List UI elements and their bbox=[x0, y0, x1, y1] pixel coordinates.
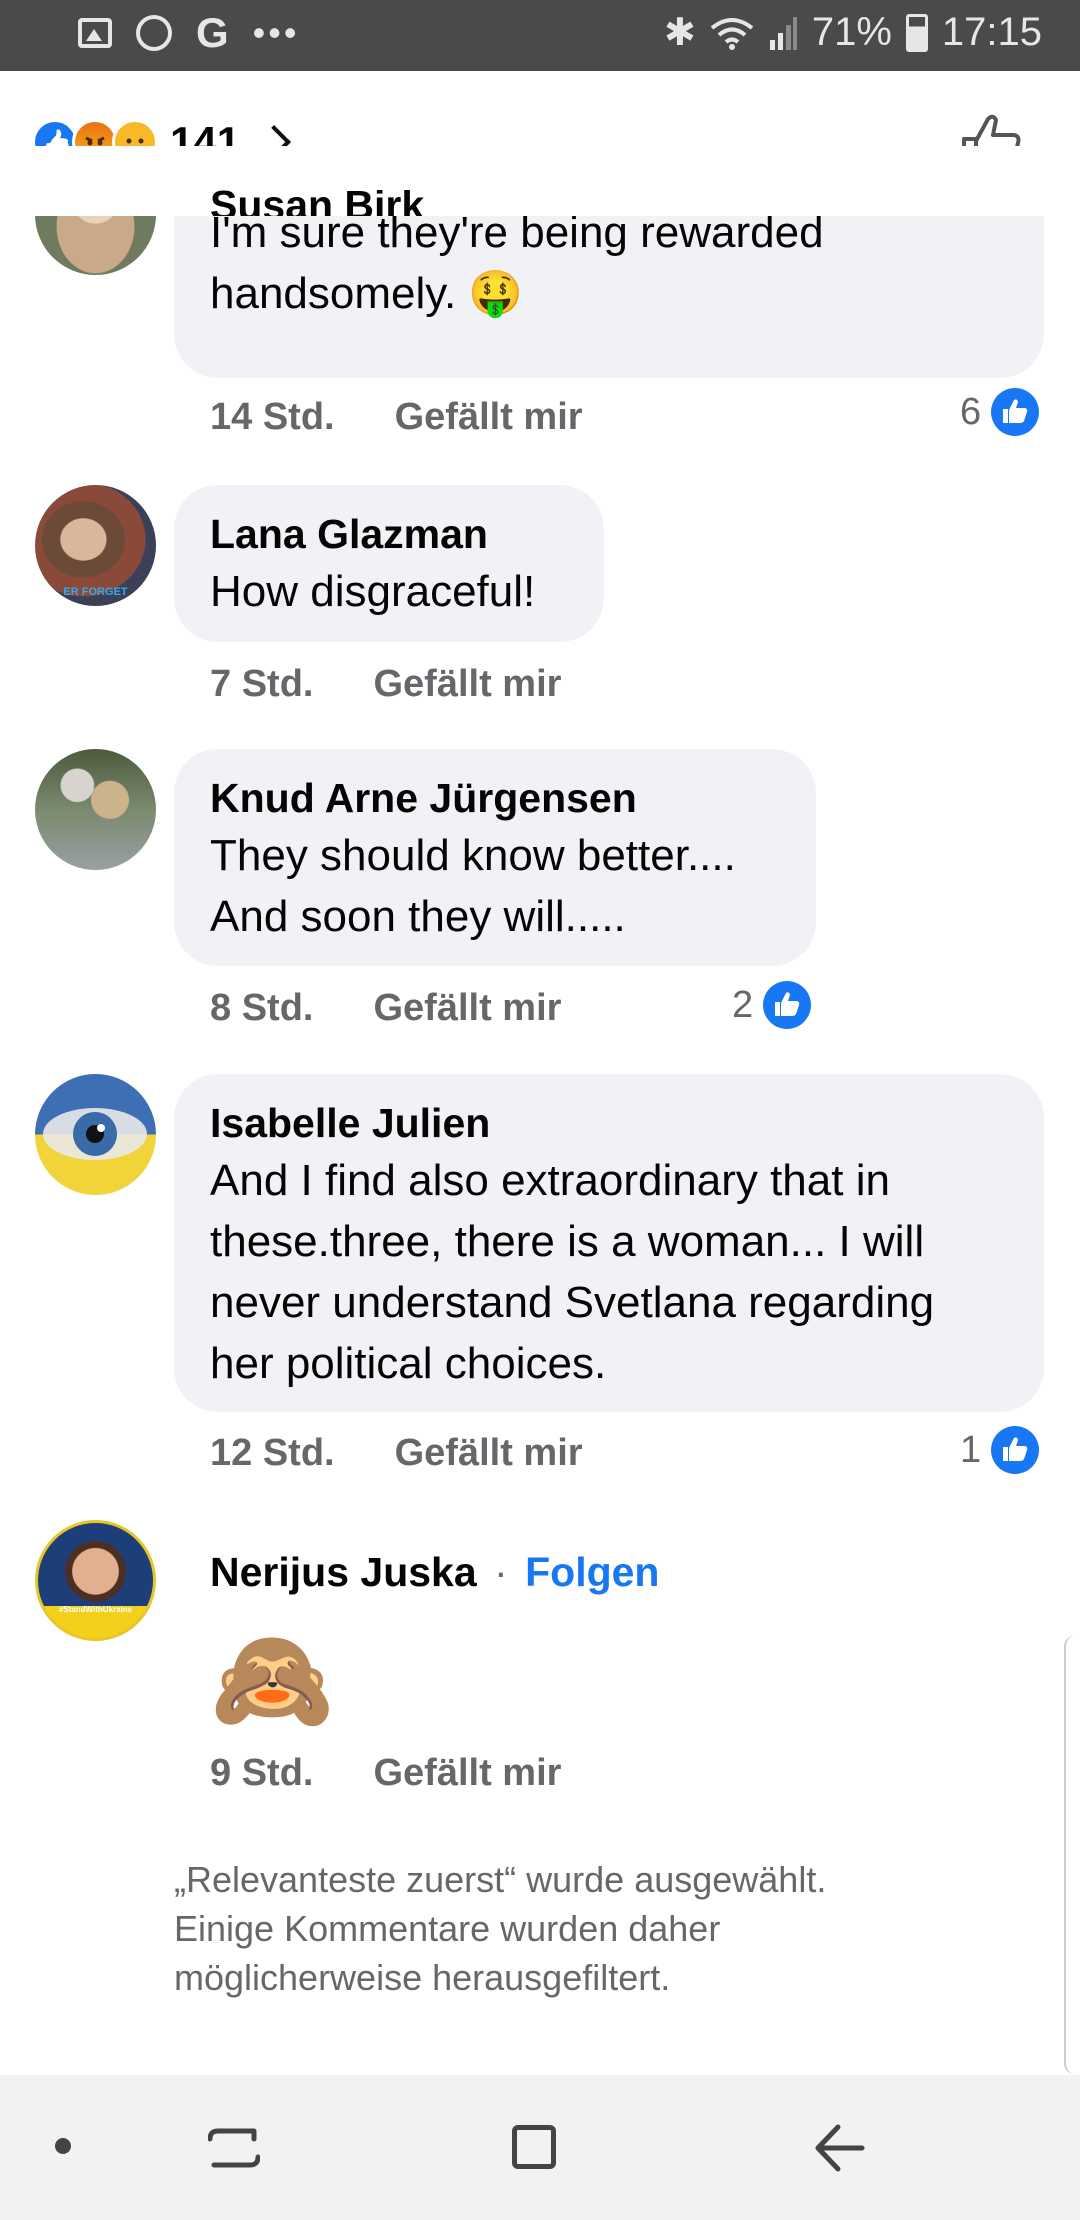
scrollbar[interactable] bbox=[1064, 1635, 1080, 2075]
status-bar: G ••• ✱ 71% 17:15 bbox=[0, 0, 1080, 71]
like-badge-icon bbox=[763, 981, 812, 1029]
comment-meta: 14 Std. Gefällt mir bbox=[210, 396, 583, 439]
status-right-icons: ✱ 71% 17:15 bbox=[664, 10, 1042, 55]
filter-notice: „Relevanteste zuerst“ wurde ausgewählt. … bbox=[174, 1855, 994, 2002]
back-icon[interactable] bbox=[812, 2123, 866, 2173]
comment-time[interactable]: 8 Std. bbox=[210, 987, 313, 1030]
wifi-icon bbox=[710, 17, 754, 50]
avatar[interactable]: ER FORGET bbox=[35, 485, 156, 606]
home-icon[interactable] bbox=[512, 2125, 556, 2169]
like-badge-icon bbox=[991, 388, 1040, 436]
comment-author[interactable]: Nerijus Juska bbox=[210, 1549, 477, 1595]
avatar[interactable] bbox=[35, 1074, 156, 1195]
bluetooth-icon: ✱ bbox=[663, 12, 696, 54]
separator-dot: · bbox=[494, 1549, 508, 1595]
comment-bubble[interactable]: Knud Arne Jürgensen They should know bet… bbox=[174, 749, 816, 966]
comment-meta: 7 Std. Gefällt mir bbox=[210, 663, 561, 706]
whatsapp-icon bbox=[136, 15, 172, 51]
comment-author[interactable]: Knud Arne Jürgensen bbox=[210, 771, 780, 825]
filter-notice-line: „Relevanteste zuerst“ wurde ausgewählt. bbox=[174, 1859, 827, 1900]
comment-text: And I find also extraordinary that in bbox=[210, 1156, 890, 1205]
comment-bubble[interactable]: Lana Glazman How disgraceful! bbox=[174, 485, 604, 642]
like-comment-button[interactable]: Gefällt mir bbox=[395, 396, 583, 439]
comment-header: Nerijus Juska · Folgen bbox=[210, 1545, 659, 1599]
dot-icon[interactable] bbox=[55, 2138, 71, 2154]
bubble-edge bbox=[174, 190, 1044, 218]
battery-icon bbox=[905, 13, 928, 52]
battery-percent: 71% bbox=[811, 10, 892, 54]
comment-emoji: 🙈 bbox=[210, 1624, 335, 1736]
like-badge-icon bbox=[991, 1426, 1040, 1474]
like-comment-button[interactable]: Gefällt mir bbox=[373, 663, 561, 706]
like-comment-button[interactable]: Gefällt mir bbox=[373, 987, 561, 1030]
google-icon: G bbox=[196, 9, 229, 56]
filter-notice-line: Einige Kommentare wurden daher bbox=[174, 1908, 721, 1949]
like-count-text: 1 bbox=[960, 1428, 982, 1471]
comment-meta: 8 Std. Gefällt mir bbox=[210, 987, 561, 1030]
clock: 17:15 bbox=[941, 10, 1042, 54]
comment-time[interactable]: 12 Std. bbox=[210, 1432, 335, 1475]
comment-text: And soon they will..... bbox=[210, 892, 626, 941]
comment-time[interactable]: 9 Std. bbox=[210, 1752, 313, 1795]
avatar-caption: #StandWithUkraine bbox=[58, 1605, 133, 1614]
comment-meta: 9 Std. Gefällt mir bbox=[210, 1752, 561, 1795]
comment-time[interactable]: 7 Std. bbox=[210, 663, 313, 706]
status-left-icons: G ••• bbox=[78, 12, 299, 54]
comment-bubble[interactable]: Isabelle Julien And I find also extraord… bbox=[174, 1074, 1044, 1412]
avatar-caption: ER FORGET bbox=[63, 586, 128, 598]
comment-meta: 12 Std. Gefällt mir bbox=[210, 1432, 583, 1475]
filter-notice-line: möglicherweise herausgefiltert. bbox=[174, 1957, 671, 1998]
comment-text: handsomely. 🤑 bbox=[210, 269, 524, 318]
comment-time[interactable]: 14 Std. bbox=[210, 396, 335, 439]
navigation-bar bbox=[0, 2075, 1080, 2220]
comment-like-count[interactable]: 2 bbox=[732, 981, 812, 1029]
more-icon: ••• bbox=[252, 12, 300, 53]
signal-icon bbox=[769, 16, 797, 50]
comment-like-count[interactable]: 6 bbox=[960, 388, 1040, 436]
comment-like-count[interactable]: 1 bbox=[960, 1426, 1040, 1474]
avatar[interactable]: #StandWithUkraine bbox=[35, 1520, 156, 1641]
gallery-icon bbox=[78, 18, 112, 48]
comment-text: They should know better.... bbox=[210, 831, 736, 880]
comment-text: these.three, there is a woman... I will bbox=[210, 1217, 925, 1266]
follow-button[interactable]: Folgen bbox=[525, 1549, 659, 1595]
recents-icon[interactable] bbox=[208, 2125, 260, 2171]
comment-author[interactable]: Lana Glazman bbox=[210, 507, 568, 561]
comment-text: her political choices. bbox=[210, 1339, 607, 1388]
comment-text: How disgraceful! bbox=[210, 567, 536, 616]
avatar[interactable] bbox=[35, 749, 156, 870]
like-comment-button[interactable]: Gefällt mir bbox=[373, 1752, 561, 1795]
comment-text: never understand Svetlana regarding bbox=[210, 1278, 935, 1327]
like-comment-button[interactable]: Gefällt mir bbox=[395, 1432, 583, 1475]
comment-author[interactable]: Isabelle Julien bbox=[210, 1096, 1008, 1150]
like-count-text: 6 bbox=[960, 390, 982, 433]
like-count-text: 2 bbox=[732, 983, 754, 1026]
